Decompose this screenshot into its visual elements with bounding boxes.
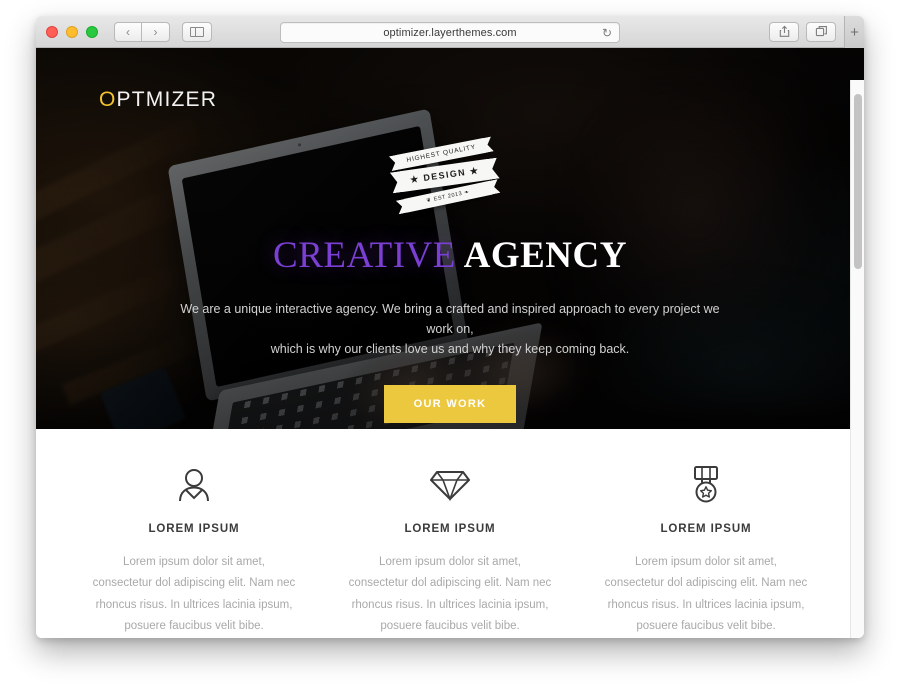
sidebar-icon — [190, 26, 204, 37]
feature-card: LOREM IPSUM Lorem ipsum dolor sit amet, … — [322, 465, 578, 637]
back-button[interactable]: ‹ — [114, 21, 142, 42]
hero-section: OPTMIZER HIGHEST QUALITY ★ DESIGN ★ ❦ ES… — [36, 48, 864, 429]
page-viewport: OPTMIZER HIGHEST QUALITY ★ DESIGN ★ ❦ ES… — [36, 48, 864, 638]
page-scrollbar[interactable] — [850, 80, 864, 638]
share-button[interactable] — [769, 21, 799, 42]
feature-title: LOREM IPSUM — [660, 523, 752, 535]
feature-text: Lorem ipsum dolor sit amet, consectetur … — [604, 556, 808, 632]
feature-icon-wrapper — [348, 465, 552, 505]
diamond-icon — [430, 471, 470, 502]
feature-text: Lorem ipsum dolor sit amet, consectetur … — [92, 556, 296, 632]
logo-rest: PTMIZER — [116, 88, 218, 111]
scrollbar-thumb[interactable] — [854, 94, 862, 269]
show-sidebar-button[interactable] — [182, 21, 212, 42]
maximize-window-button[interactable] — [86, 25, 98, 38]
navigation-buttons: ‹ › — [114, 21, 170, 42]
hero-content: CREATIVE AGENCY We are a unique interact… — [36, 235, 864, 424]
close-window-button[interactable] — [46, 25, 58, 38]
logo-first-letter: O — [99, 88, 117, 111]
feature-icon-wrapper — [92, 465, 296, 505]
browser-toolbar: ‹ › optimizer.layerthemes.com ↻ + — [36, 16, 864, 48]
traffic-lights — [46, 25, 98, 38]
url-text: optimizer.layerthemes.com — [383, 26, 517, 39]
tabs-icon — [815, 26, 827, 37]
minimize-window-button[interactable] — [66, 25, 78, 38]
site-logo[interactable]: OPTMIZER — [99, 88, 217, 112]
share-icon — [779, 25, 789, 37]
our-work-button[interactable]: OUR WORK — [383, 385, 517, 424]
feature-icon-wrapper — [604, 465, 808, 505]
feature-title: LOREM IPSUM — [148, 523, 240, 535]
hero-subtitle: We are a unique interactive agency. We b… — [180, 299, 720, 360]
medal-icon — [694, 466, 718, 503]
feature-card: LOREM IPSUM Lorem ipsum dolor sit amet, … — [66, 465, 322, 637]
person-icon — [179, 469, 209, 502]
features-section: LOREM IPSUM Lorem ipsum dolor sit amet, … — [36, 429, 864, 638]
address-bar[interactable]: optimizer.layerthemes.com ↻ — [280, 22, 620, 43]
feature-text: Lorem ipsum dolor sit amet, consectetur … — [348, 556, 552, 632]
hero-title: CREATIVE AGENCY — [36, 235, 864, 277]
hero-subtitle-line1: We are a unique interactive agency. We b… — [180, 301, 720, 336]
feature-title: LOREM IPSUM — [404, 523, 496, 535]
browser-window: ‹ › optimizer.layerthemes.com ↻ + OPTMIZ… — [36, 16, 864, 638]
hero-title-agency: AGENCY — [463, 235, 627, 276]
show-tabs-button[interactable] — [806, 21, 836, 42]
hero-title-creative: CREATIVE — [273, 235, 456, 276]
new-tab-button[interactable]: + — [844, 16, 864, 48]
toolbar-right-tools — [769, 21, 854, 42]
hero-subtitle-line2: which is why our clients love us and why… — [270, 342, 630, 357]
reload-icon[interactable]: ↻ — [602, 27, 612, 39]
feature-card: LOREM IPSUM Lorem ipsum dolor sit amet, … — [578, 465, 834, 637]
forward-button[interactable]: › — [142, 21, 170, 42]
